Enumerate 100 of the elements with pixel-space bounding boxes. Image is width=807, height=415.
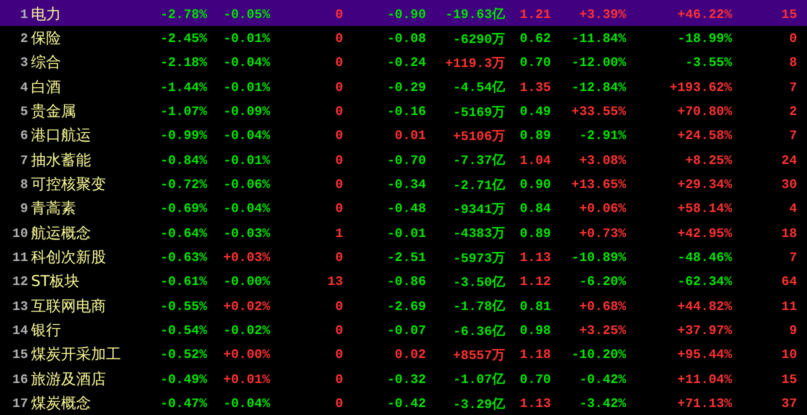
table-cell: -0.47% — [160, 396, 207, 412]
table-cell: -0.05% — [223, 6, 270, 22]
table-cell: -10.20% — [571, 347, 626, 362]
table-cell-text: -5973万 — [452, 250, 505, 267]
table-cell: -0.55% — [160, 298, 207, 314]
table-row[interactable]: 5 贵金属 -1.07% -0.09% 0 -0.16 -5169万 0.49 +33.55% +70.80% 2 — [0, 99, 807, 124]
table-cell: -0.32 — [386, 372, 426, 387]
table-cell: +3.08% — [579, 152, 626, 168]
sector-name: 银行 — [30, 321, 61, 340]
table-cell: 0.84 — [520, 201, 551, 216]
table-cell: -0.03% — [223, 226, 270, 241]
table-cell: -0.02% — [223, 323, 270, 338]
table-cell: 2 — [789, 104, 797, 120]
table-cell: +3.39% — [579, 6, 626, 22]
table-cell: 0.02 — [394, 347, 426, 362]
table-cell: 0 — [335, 152, 343, 168]
table-row[interactable]: 15 煤炭开采加工 -0.52% +0.00% 0 0.02 +8557万 1.18 -10.20% +95.44% 10 — [0, 342, 807, 368]
row-number: 4 — [20, 80, 28, 95]
table-row[interactable]: 7 抽水蓄能 -0.84% -0.01% 0 -0.70 -7.37亿 1.04 +3.08% +8.25% 24 — [0, 148, 807, 172]
table-cell: -2.18% — [160, 55, 207, 70]
table-cell: -3.42% — [579, 396, 626, 412]
table-row[interactable]: 10 航运概念 -0.64% -0.03% 1 -0.01 -4383万 0.89 +0.73% +42.95% 18 — [0, 221, 807, 246]
table-cell: -0.84% — [160, 152, 207, 168]
table-cell: 0.01 — [394, 128, 426, 144]
table-row[interactable]: 13 互联网电商 -0.55% +0.02% 0 -2.69 -1.78亿 0.81 +0.68% +44.82% 11 — [0, 294, 807, 318]
table-cell: 0 — [335, 80, 343, 95]
table-cell-text: +8557万 — [452, 346, 505, 364]
table-cell: 13 — [327, 274, 343, 290]
table-cell: -1.07% — [160, 104, 207, 120]
table-cell: +0.03% — [223, 250, 270, 266]
table-cell: +70.80% — [677, 104, 732, 120]
table-row[interactable]: 2 保险 -2.45% -0.01% 0 -0.08 -6290万 0.62 -11.84% -18.99% 0 — [0, 26, 807, 51]
table-cell: -0.04% — [223, 55, 270, 70]
table-cell-text: -4383万 — [452, 225, 505, 242]
table-cell: +0.68% — [579, 298, 626, 314]
table-row[interactable]: 3 综合 -2.18% -0.04% 0 -0.24 +119.3万 0.70 -12.00% -3.55% 8 — [0, 50, 807, 76]
table-cell: 24 — [781, 152, 797, 168]
table-row[interactable]: 9 青蒿素 -0.69% -0.04% 0 -0.48 -9341万 0.84 +0.06% +58.14% 4 — [0, 196, 807, 222]
table-cell: +33.55% — [571, 104, 626, 120]
table-cell: 0.70 — [520, 55, 551, 70]
table-cell: -11.84% — [571, 31, 626, 46]
table-row[interactable]: 12 ST板块 -0.61% -0.00% 13 -0.86 -3.50亿 1.12 -6.20% -62.34% 64 — [0, 270, 807, 294]
table-cell: 0 — [335, 128, 343, 144]
table-cell: -6.20% — [579, 274, 626, 290]
table-cell: -2.69 — [386, 298, 426, 314]
sector-name: 可控核聚变 — [30, 175, 106, 194]
table-cell: 15 — [781, 372, 797, 387]
sector-name: ST板块 — [30, 272, 80, 292]
row-number: 15 — [12, 347, 28, 362]
table-row[interactable]: 16 旅游及酒店 -0.49% +0.01% 0 -0.32 -1.07亿 0.70 -0.42% +11.04% 15 — [0, 367, 807, 392]
table-cell: 0 — [335, 6, 343, 22]
table-cell: 0 — [335, 250, 343, 266]
table-cell-text: +119.3万 — [445, 54, 505, 72]
sector-name: 青蒿素 — [30, 199, 76, 218]
table-cell: 1.12 — [520, 274, 551, 290]
table-cell: +29.34% — [677, 177, 732, 192]
table-cell: -12.84% — [571, 80, 626, 95]
table-cell: 0 — [335, 201, 343, 216]
table-cell: -0.42 — [386, 396, 426, 412]
table-cell: -0.61% — [160, 274, 207, 290]
table-cell: 1.18 — [520, 347, 551, 362]
table-cell: -0.63% — [160, 250, 207, 266]
selected-table-row[interactable]: 1 电力 -2.78% -0.05% 0 -0.90 -19.63亿 1.21 +3.39% +46.22% 15 — [0, 2, 807, 26]
table-cell-text: -9341万 — [452, 200, 505, 218]
table-row[interactable]: 11 科创次新股 -0.63% +0.03% 0 -2.51 -5973万 1.13 -10.89% -48.46% 7 — [0, 245, 807, 270]
row-number: 12 — [12, 274, 28, 290]
table-cell: -0.09% — [223, 104, 270, 120]
table-cell: -0.54% — [160, 323, 207, 338]
table-cell-text: -4.54亿 — [452, 79, 505, 96]
table-row[interactable]: 6 港口航运 -0.99% -0.04% 0 0.01 +5106万 0.89 -2.91% +24.58% 7 — [0, 124, 807, 148]
table-cell: -2.51 — [386, 250, 426, 266]
table-cell: 1 — [335, 226, 343, 241]
table-cell: -0.01 — [386, 226, 426, 241]
row-number: 7 — [20, 152, 28, 168]
row-number: 1 — [20, 6, 28, 22]
table-cell: -1.44% — [160, 80, 207, 95]
sector-name: 抽水蓄能 — [30, 150, 91, 170]
row-number: 3 — [20, 55, 28, 70]
table-cell: 15 — [781, 6, 797, 22]
table-row[interactable]: 14 银行 -0.54% -0.02% 0 -0.07 -6.36亿 0.98 +3.25% +37.97% 9 — [0, 318, 807, 343]
table-cell: +8.25% — [685, 152, 732, 168]
sector-name: 保险 — [30, 29, 61, 48]
table-cell: -0.42% — [579, 372, 626, 387]
table-cell: +0.06% — [579, 201, 626, 216]
table-row[interactable]: 4 白酒 -1.44% -0.01% 0 -0.29 -4.54亿 1.35 -12.84% +193.62% 7 — [0, 75, 807, 100]
table-cell: -10.89% — [571, 250, 626, 266]
table-row[interactable]: 8 可控核聚变 -0.72% -0.06% 0 -0.34 -2.71亿 0.90 +13.65% +29.34% 30 — [0, 172, 807, 197]
table-cell: -0.49% — [160, 372, 207, 387]
table-cell: -0.24 — [386, 55, 426, 70]
table-cell: -0.04% — [223, 396, 270, 412]
table-cell-text: -2.71亿 — [452, 176, 505, 194]
table-row[interactable]: 17 煤炭概念 -0.47% -0.04% 0 -0.42 -3.29亿 1.13 -3.42% +71.13% 37 — [0, 392, 807, 415]
table-cell: 37 — [781, 396, 797, 412]
table-cell: 0 — [335, 396, 343, 412]
row-number: 14 — [12, 323, 28, 338]
table-cell: +11.04% — [677, 372, 732, 387]
table-cell-text: -5169万 — [452, 104, 505, 121]
table-cell: 7 — [789, 250, 797, 266]
sector-name: 港口航运 — [30, 126, 91, 146]
table-cell: 0.89 — [520, 128, 551, 144]
